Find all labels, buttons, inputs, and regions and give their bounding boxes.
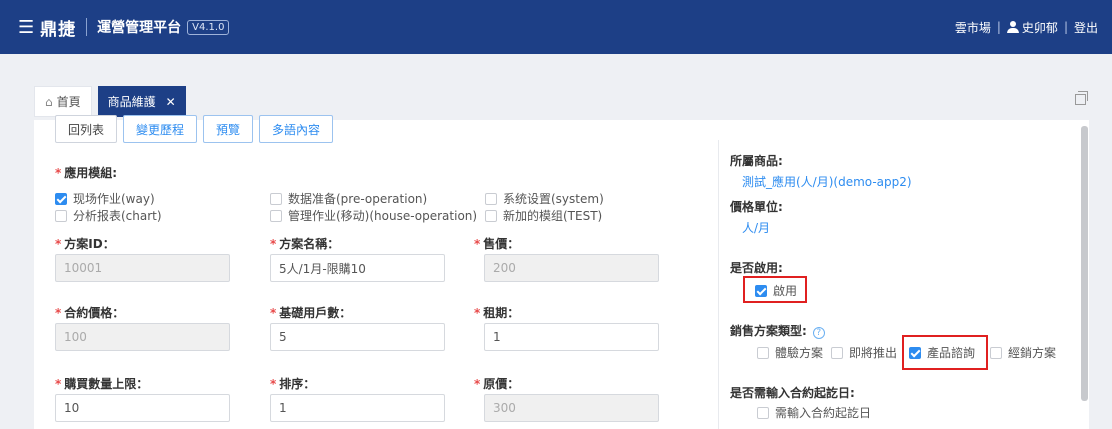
home-icon: ⌂ — [45, 94, 53, 109]
sales-type-coming-soon[interactable]: 即將推出 — [831, 344, 897, 361]
module-checkbox-house-operation[interactable]: 管理作业(移动)(house-operation) — [270, 207, 477, 224]
top-navigation-bar: ☰ 鼎捷 運營管理平台 V4.1.0 雲市場 | 史卯郁 | 登出 — [0, 0, 1112, 54]
unit-value: 人/月 — [742, 221, 771, 235]
checkbox-icon[interactable] — [831, 346, 843, 359]
sales-type-trial[interactable]: 體驗方案 — [757, 344, 823, 361]
logout-link[interactable]: 登出 — [1074, 19, 1098, 36]
rent-period-label: * 租期： — [474, 306, 520, 320]
base-users-input[interactable]: 5 — [270, 323, 445, 351]
checkbox-icon[interactable] — [55, 209, 67, 222]
sort-input[interactable]: 1 — [270, 394, 445, 422]
plan-name-input[interactable]: 5人/1月-限購10 — [270, 254, 445, 282]
tab-bar: ⌂ 首頁 商品維護 ✕ — [34, 86, 1094, 117]
action-toolbar: 回列表 變更歷程 預覽 多語內容 — [55, 115, 334, 143]
modules-label: * 應用模組: — [55, 166, 118, 180]
checkbox-icon[interactable] — [909, 346, 921, 359]
checkbox-icon[interactable] — [757, 406, 769, 419]
separator: | — [996, 20, 1001, 34]
contract-date-label: 是否需輸入合約起訖日: — [730, 386, 855, 400]
sales-type-consult[interactable]: 產品諮詢 — [909, 344, 975, 361]
multilang-button[interactable]: 多語內容 — [259, 115, 334, 143]
enabled-checkbox[interactable]: 啟用 — [755, 282, 797, 299]
price-input: 200 — [484, 254, 659, 282]
close-icon[interactable]: ✕ — [166, 95, 176, 109]
module-checkbox-way[interactable]: 现场作业(way) — [55, 190, 155, 207]
preview-button[interactable]: 預覽 — [203, 115, 254, 143]
orig-price-input: 300 — [484, 394, 659, 422]
sort-label: * 排序： — [270, 377, 316, 391]
contract-date-checkbox[interactable]: 需輸入合約起訖日 — [757, 404, 871, 421]
checkbox-icon[interactable] — [485, 192, 497, 205]
change-history-button[interactable]: 變更歷程 — [123, 115, 198, 143]
plan-name-label: * 方案名稱： — [270, 237, 340, 251]
sales-type-label: 銷售方案類型:? — [730, 322, 825, 339]
tab-home[interactable]: ⌂ 首頁 — [34, 86, 92, 117]
user-icon — [1006, 21, 1019, 33]
checkbox-icon[interactable] — [55, 192, 67, 205]
checkbox-icon[interactable] — [485, 209, 497, 222]
user-name[interactable]: 史卯郁 — [1022, 19, 1058, 36]
max-qty-label: * 購買數量上限： — [55, 377, 149, 391]
rent-period-input[interactable]: 1 — [484, 323, 659, 351]
price-label: * 售價： — [474, 237, 520, 251]
marketplace-link[interactable]: 雲市場 — [955, 19, 991, 36]
enabled-label: 是否啟用: — [730, 261, 783, 275]
module-checkbox-system[interactable]: 系统设置(system) — [485, 190, 604, 207]
module-checkbox-pre-operation[interactable]: 数据准备(pre-operation) — [270, 190, 427, 207]
sales-type-reseller[interactable]: 經銷方案 — [990, 344, 1056, 361]
product-link[interactable]: 測試_應用(人/月)(demo-app2) — [742, 173, 912, 190]
tab-active-label: 商品維護 — [107, 95, 156, 109]
tab-product-maintenance[interactable]: 商品維護 ✕ — [97, 86, 186, 117]
checkbox-icon[interactable] — [990, 346, 1002, 359]
column-divider — [718, 140, 719, 429]
product-label: 所屬商品: — [730, 154, 783, 168]
brand-logo: 鼎捷 — [40, 19, 77, 40]
max-qty-input[interactable]: 10 — [55, 394, 230, 422]
tab-home-label: 首頁 — [56, 95, 81, 109]
platform-title: 運營管理平台 — [97, 20, 182, 36]
back-to-list-button[interactable]: 回列表 — [55, 115, 118, 143]
scrollbar[interactable] — [1081, 126, 1088, 401]
base-users-label: * 基礎用戶數： — [270, 306, 352, 320]
checkbox-icon[interactable] — [270, 192, 282, 205]
checkbox-icon[interactable] — [755, 284, 767, 297]
orig-price-label: * 原價： — [474, 377, 520, 391]
module-checkbox-test[interactable]: 新加的模组(TEST) — [485, 207, 602, 224]
unit-label: 價格單位: — [730, 200, 783, 214]
contract-price-label: * 合約價格： — [55, 306, 125, 320]
divider — [86, 18, 88, 36]
version-badge: V4.1.0 — [187, 19, 230, 35]
copy-icon[interactable] — [1075, 91, 1088, 105]
checkbox-icon[interactable] — [270, 209, 282, 222]
plan-id-input: 10001 — [55, 254, 230, 282]
contract-price-input: 100 — [55, 323, 230, 351]
menu-icon[interactable]: ☰ — [18, 17, 34, 38]
separator: | — [1063, 20, 1068, 34]
plan-id-label: * 方案ID： — [55, 237, 115, 251]
checkbox-icon[interactable] — [757, 346, 769, 359]
help-icon[interactable]: ? — [812, 327, 825, 339]
module-checkbox-chart[interactable]: 分析报表(chart) — [55, 207, 162, 224]
